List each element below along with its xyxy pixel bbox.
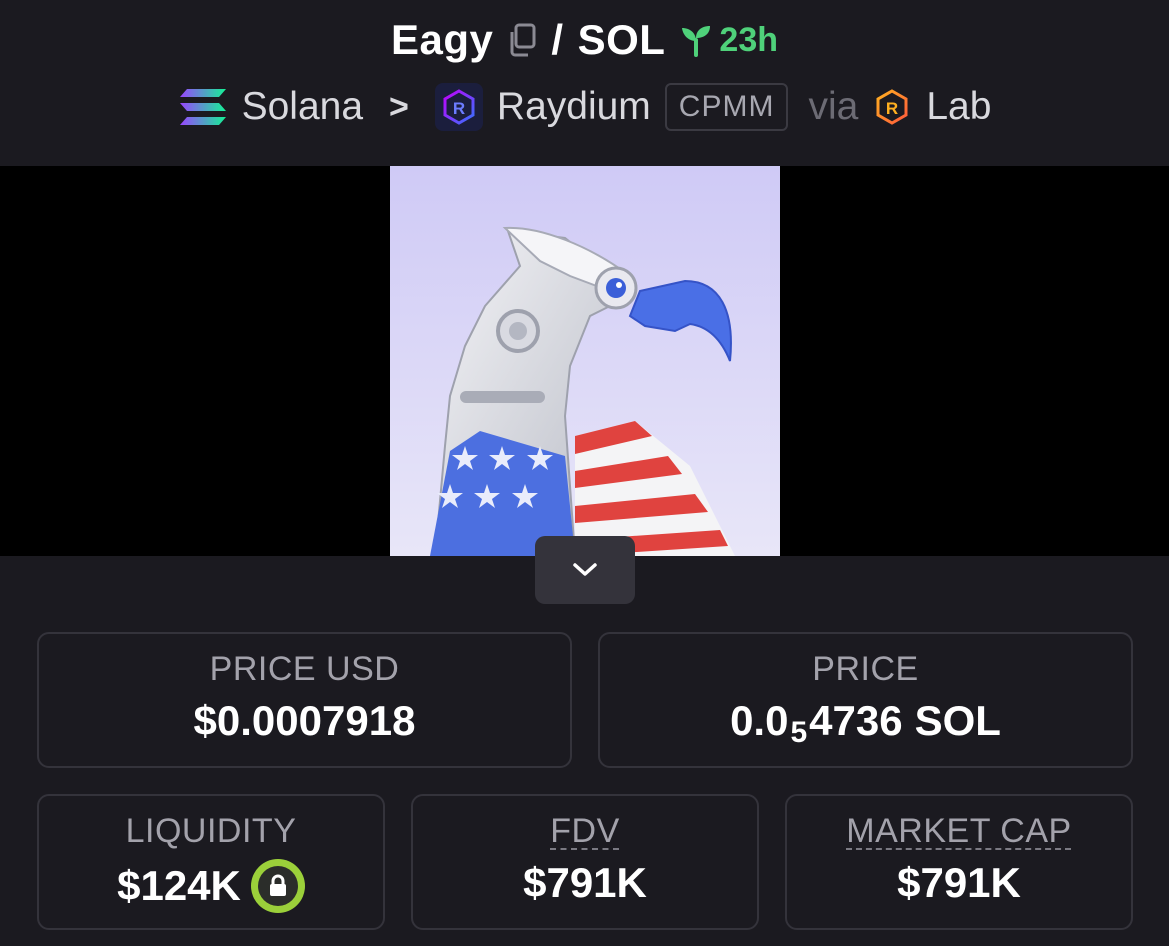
chain-name[interactable]: Solana [242,85,363,129]
lock-icon[interactable] [250,859,305,913]
token-image [390,166,780,556]
liquidity-value: $124K [117,862,241,909]
market-cap-value: $791K [897,859,1021,906]
price-usd-card: PRICE USD $0.0007918 [37,632,572,768]
pair-slash: / [551,16,564,63]
route-separator: > [389,87,409,126]
fdv-card: FDV $791K [411,794,759,930]
token-name[interactable]: Eagy [391,16,493,64]
liquidity-label: LIQUIDITY [125,812,297,850]
price-native-value: 0.0 5 4736 SOL [600,697,1131,749]
dex-name[interactable]: Raydium [497,85,651,129]
liquidity-card: LIQUIDITY $124K [37,794,385,930]
price-native-digits: 4736 [809,697,903,744]
liquidity-value-row: $124K [39,859,383,913]
market-cap-label[interactable]: MARKET CAP [846,812,1071,850]
pair-title-row: Eagy / SOL 23h [0,14,1169,66]
pair-age-value: 23h [719,20,778,59]
expand-banner-button[interactable] [535,536,635,604]
launchpad-name[interactable]: Lab [926,85,991,129]
price-native-label: PRICE [812,650,919,688]
fdv-label[interactable]: FDV [550,812,620,850]
chevron-down-icon [573,563,597,576]
copy-icon[interactable] [507,22,537,58]
price-native-prefix: 0.0 [730,697,789,744]
price-native-card: PRICE 0.0 5 4736 SOL [598,632,1133,768]
token-banner [0,166,1169,556]
pair-age: 23h [679,21,778,60]
market-cap-card: MARKET CAP $791K [785,794,1133,930]
seedling-icon [682,26,711,57]
solana-icon [178,86,228,128]
pool-type-badge: CPMM [664,83,789,131]
price-usd-label: PRICE USD [209,650,400,688]
raydium-icon: R [434,83,483,131]
pair-header: Eagy / SOL 23h Solana > R Raydium CPMM v… [0,0,1169,166]
pair-route: Solana > R Raydium CPMM via R Lab [0,80,1169,134]
price-native-zero-count: 5 [790,716,808,749]
raydium-lab-icon: R [872,87,912,127]
quote-token-name: SOL [577,16,666,63]
svg-text:R: R [453,99,465,118]
fdv-value: $791K [523,859,647,906]
price-usd-value: $0.0007918 [193,697,416,744]
svg-text:R: R [886,99,898,118]
price-native-unit: SOL [914,697,1001,744]
via-label: via [808,85,859,128]
